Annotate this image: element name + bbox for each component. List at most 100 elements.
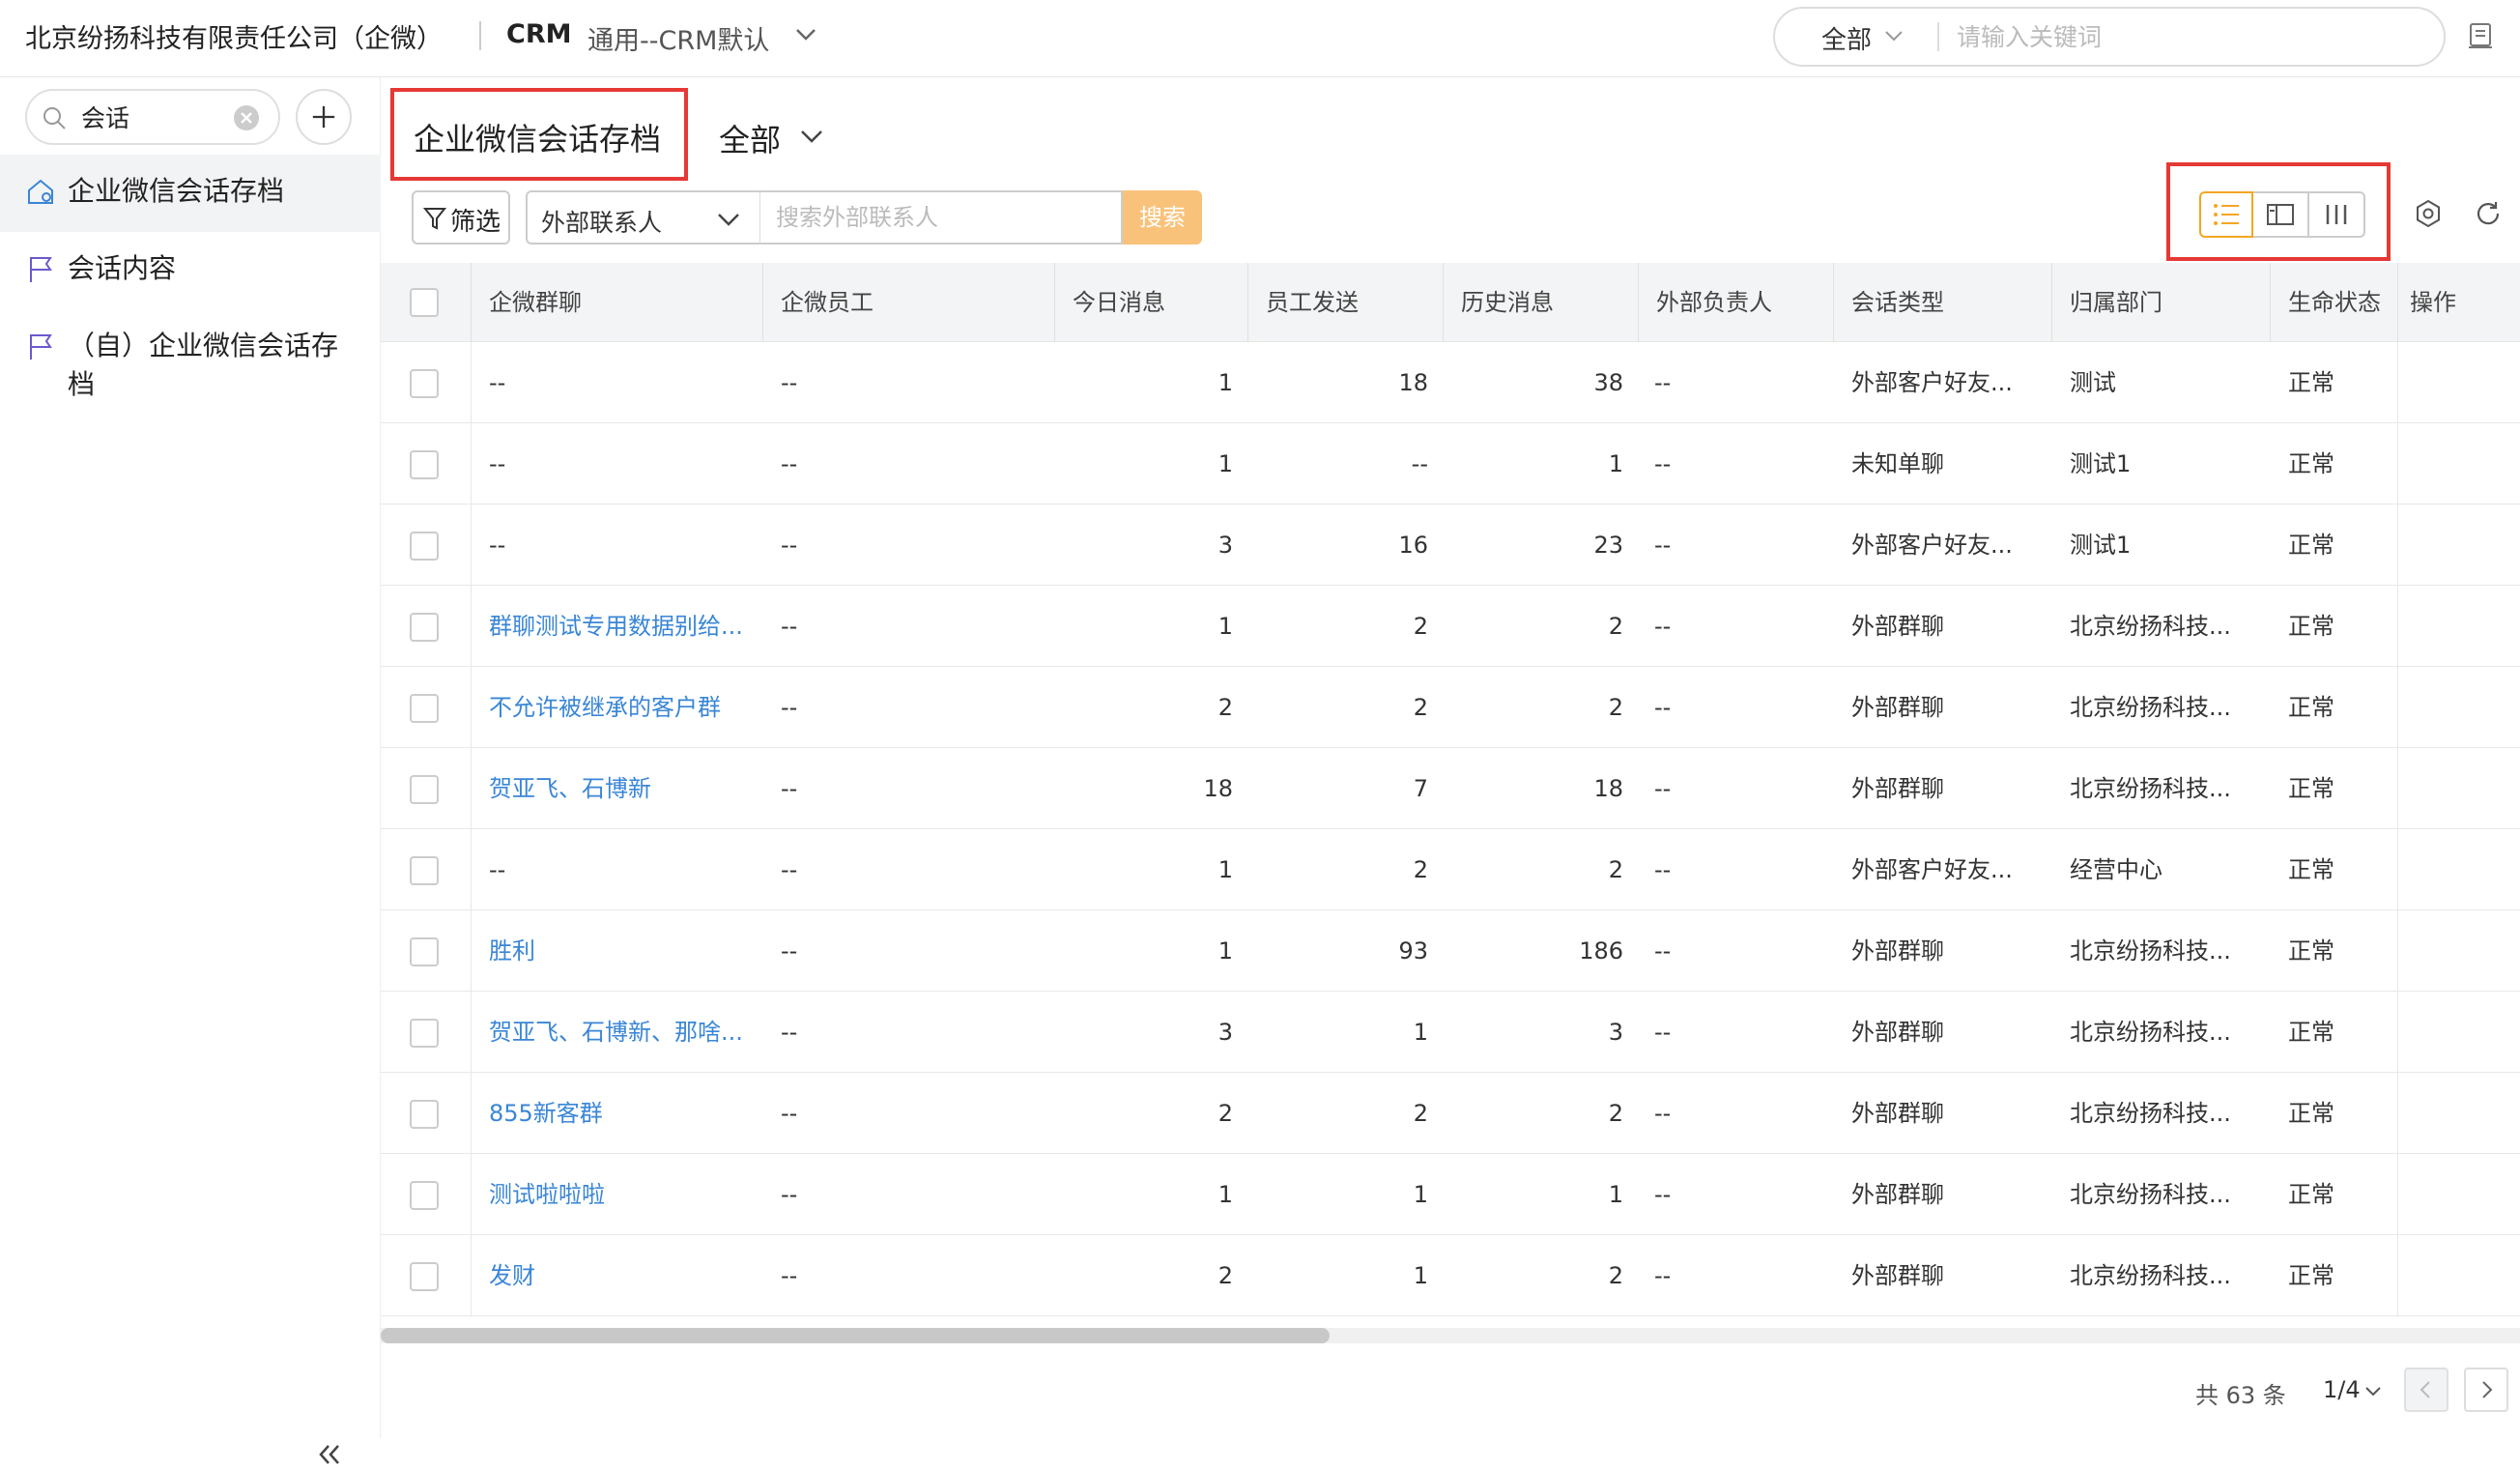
row-checkbox[interactable] — [410, 613, 439, 642]
group-chat-link[interactable]: 胜利 — [472, 910, 763, 992]
group-chat-link[interactable]: 测试啦啦啦 — [472, 1154, 763, 1235]
flag-icon — [30, 334, 52, 360]
group-chat-link[interactable]: 855新客群 — [472, 1073, 763, 1154]
column-header[interactable]: 企微员工 — [763, 263, 1055, 342]
table-row[interactable]: 贺亚飞、石博新、那啥... -- 3 1 3 -- 外部群聊 北京纷扬科技... 正常 — [381, 992, 2520, 1073]
group-chat-cell: -- — [489, 856, 506, 883]
settings-icon[interactable] — [2414, 199, 2443, 228]
chevron-down-icon[interactable] — [2363, 1384, 2383, 1399]
add-button[interactable] — [296, 89, 352, 145]
page-select[interactable]: 1/4 — [2323, 1376, 2361, 1403]
chevron-down-icon[interactable] — [1883, 28, 1904, 45]
group-chat-link[interactable]: 发财 — [472, 1235, 763, 1316]
refresh-icon[interactable] — [2474, 199, 2503, 228]
horizontal-scrollbar[interactable] — [381, 1328, 2520, 1343]
list-view-button[interactable] — [2199, 191, 2253, 238]
cell-dept: 北京纷扬科技... — [2070, 694, 2231, 721]
cell-today: 18 — [1203, 775, 1233, 802]
search-scope-select[interactable]: 全部 — [1821, 20, 1872, 56]
cell-status: 正常 — [2288, 775, 2334, 802]
row-checkbox[interactable] — [410, 1262, 439, 1291]
column-header[interactable]: 历史消息 — [1444, 263, 1639, 342]
table-row[interactable]: -- -- 1 2 2 -- 外部客户好友... 经营中心 正常 — [381, 829, 2520, 910]
table-row[interactable]: 胜利 -- 1 93 186 -- 外部群聊 北京纷扬科技... 正常 — [381, 910, 2520, 992]
cell-sent: 2 — [1413, 1100, 1428, 1127]
cell-history: 186 — [1579, 937, 1623, 965]
table-row[interactable]: 贺亚飞、石博新 -- 18 7 18 -- 外部群聊 北京纷扬科技... 正常 — [381, 748, 2520, 829]
row-checkbox[interactable] — [410, 450, 439, 479]
row-checkbox[interactable] — [410, 1181, 439, 1210]
table-row[interactable]: 不允许被继承的客户群 -- 2 2 2 -- 外部群聊 北京纷扬科技... 正常 — [381, 667, 2520, 748]
search-field-select[interactable]: 外部联系人 — [526, 190, 759, 245]
global-search-input[interactable] — [1957, 16, 2420, 57]
search-button[interactable]: 搜索 — [1123, 190, 1202, 245]
app-switcher[interactable]: 通用--CRM默认 — [587, 19, 769, 57]
table-row[interactable]: 群聊测试专用数据别给... -- 1 2 2 -- 外部群聊 北京纷扬科技... 正常 — [381, 586, 2520, 667]
cell-dept: 北京纷扬科技... — [2070, 937, 2231, 965]
cell-staff: -- — [781, 1181, 798, 1208]
column-header[interactable]: 会话类型 — [1834, 263, 2052, 342]
clear-icon[interactable] — [232, 103, 261, 132]
cell-history: 1 — [1608, 1181, 1623, 1208]
cell-history: 2 — [1608, 613, 1623, 640]
cell-dept: 测试 — [2070, 369, 2116, 396]
column-header[interactable]: 员工发送 — [1248, 263, 1444, 342]
cell-type: 外部群聊 — [1851, 1181, 1944, 1208]
row-checkbox[interactable] — [410, 1100, 439, 1129]
row-checkbox[interactable] — [410, 694, 439, 723]
chevron-down-icon[interactable] — [794, 25, 817, 44]
cell-status: 正常 — [2288, 450, 2334, 477]
column-view-button[interactable] — [2309, 191, 2365, 238]
row-checkbox[interactable] — [410, 369, 439, 398]
row-checkbox[interactable] — [410, 937, 439, 966]
collapse-sidebar-icon[interactable] — [315, 1440, 344, 1469]
group-chat-link[interactable]: 贺亚飞、石博新 — [472, 748, 763, 829]
group-chat-link[interactable]: 贺亚飞、石博新、那啥... — [472, 992, 763, 1073]
cell-type: 外部群聊 — [1851, 1100, 1944, 1127]
row-checkbox[interactable] — [410, 775, 439, 804]
keyword-search-input[interactable] — [759, 190, 1123, 245]
cell-today: 3 — [1217, 1019, 1233, 1046]
filter-icon — [423, 208, 446, 230]
table-row[interactable]: 测试啦啦啦 -- 1 1 1 -- 外部群聊 北京纷扬科技... 正常 — [381, 1154, 2520, 1235]
group-chat-cell: -- — [489, 532, 506, 559]
column-header[interactable]: 生命状态 — [2271, 263, 2398, 342]
table-row[interactable]: -- -- 3 16 23 -- 外部客户好友... 测试1 正常 — [381, 504, 2520, 586]
table-row[interactable]: 发财 -- 2 1 2 -- 外部群聊 北京纷扬科技... 正常 — [381, 1235, 2520, 1316]
cell-staff: -- — [781, 450, 798, 477]
notepad-icon[interactable] — [2466, 21, 2495, 50]
group-chat-link[interactable]: 群聊测试专用数据别给... — [472, 586, 763, 667]
table-row[interactable]: 855新客群 -- 2 2 2 -- 外部群聊 北京纷扬科技... 正常 — [381, 1073, 2520, 1154]
row-checkbox[interactable] — [410, 1019, 439, 1048]
group-chat-link[interactable]: 不允许被继承的客户群 — [472, 667, 763, 748]
select-all-checkbox[interactable] — [410, 288, 439, 317]
row-checkbox[interactable] — [410, 532, 439, 561]
columns-icon — [2326, 205, 2347, 224]
divider — [479, 21, 481, 50]
next-page-button[interactable] — [2464, 1368, 2508, 1412]
table-row[interactable]: -- -- 1 -- 1 -- 未知单聊 测试1 正常 — [381, 423, 2520, 504]
column-header[interactable]: 归属部门 — [2052, 263, 2271, 342]
table-row[interactable]: -- -- 1 18 38 -- 外部客户好友... 测试 正常 — [381, 342, 2520, 423]
cell-type: 外部群聊 — [1851, 613, 1944, 640]
global-search: 全部 — [1773, 7, 2446, 67]
prev-page-button[interactable] — [2404, 1368, 2448, 1412]
column-header[interactable]: 今日消息 — [1055, 263, 1248, 342]
sidebar-item-chat-content[interactable]: 会话内容 — [0, 232, 381, 309]
cell-today: 1 — [1217, 937, 1233, 965]
sidebar-search-input[interactable] — [81, 99, 226, 135]
column-header[interactable]: 企微群聊 — [472, 263, 763, 342]
cell-history: 2 — [1608, 694, 1623, 721]
cell-staff: -- — [781, 1100, 798, 1127]
group-chat-cell: -- — [489, 369, 506, 396]
row-checkbox[interactable] — [410, 856, 439, 885]
chevron-down-icon[interactable] — [798, 126, 825, 147]
split-view-button[interactable] — [2253, 191, 2309, 238]
sidebar-item-wecom-archive[interactable]: 企业微信会话存档 — [0, 155, 381, 232]
sidebar-item-custom-archive[interactable]: （自）企业微信会话存档 — [0, 309, 381, 425]
column-header[interactable]: 外部负责人 — [1639, 263, 1834, 342]
scrollbar-thumb[interactable] — [381, 1328, 1330, 1343]
cell-sent: -- — [1411, 450, 1428, 477]
scope-select[interactable]: 全部 — [719, 116, 781, 160]
filter-button[interactable]: 筛选 — [412, 190, 510, 245]
